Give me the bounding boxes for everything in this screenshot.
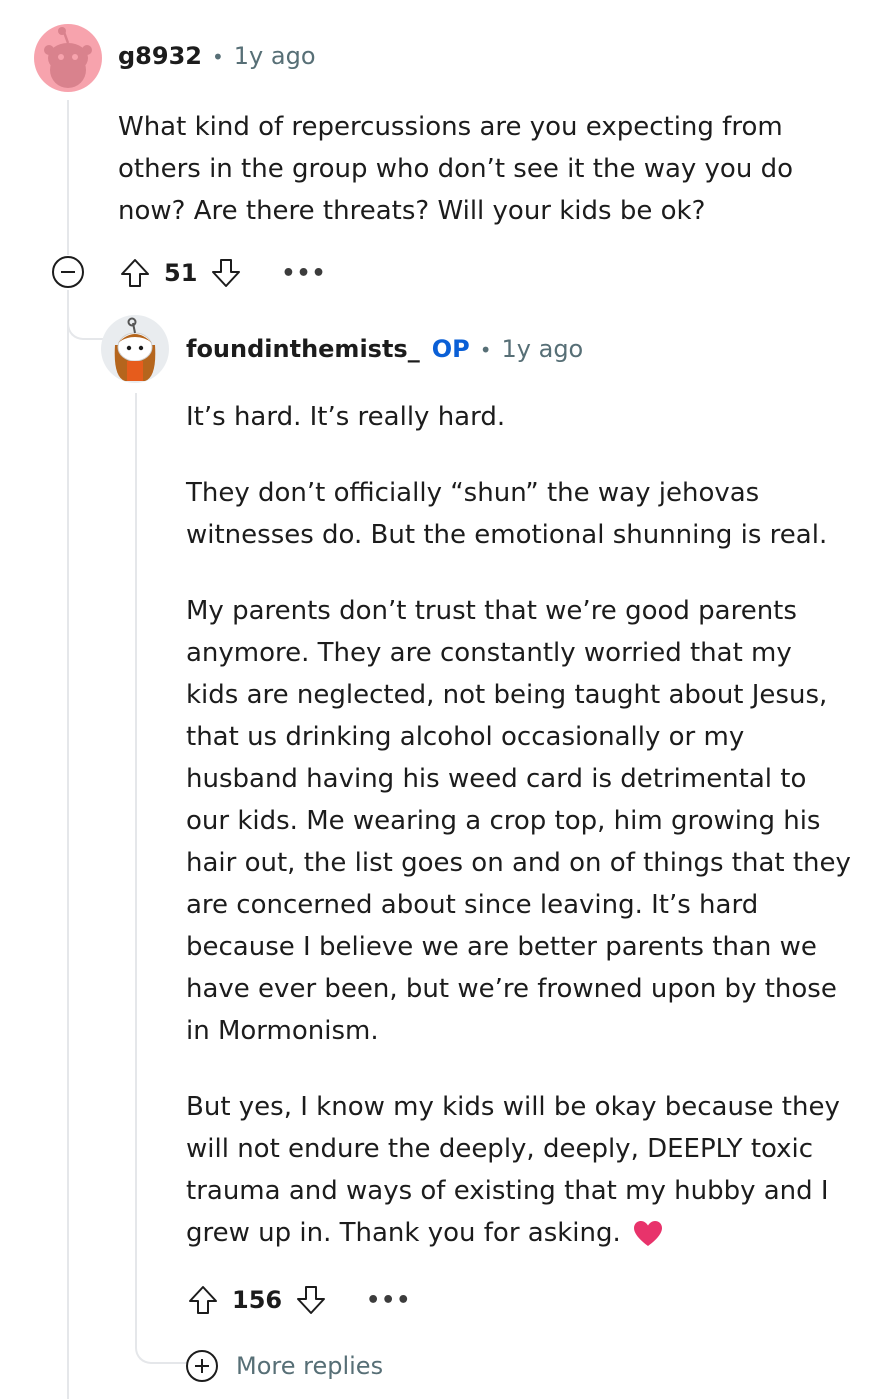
reply-author[interactable]: foundinthemists_ [186,335,420,363]
separator-dot: • [211,45,224,69]
avatar[interactable] [101,315,169,383]
reply-paragraph: My parents don’t trust that we’re good p… [186,596,851,1046]
more-options-button[interactable]: ••• [366,1288,411,1313]
upvote-icon[interactable] [118,256,152,290]
snoo-avatar-icon [44,27,92,88]
minus-icon [61,271,75,273]
reply-body: It’s hard. It’s really hard. They don’t … [186,396,851,1288]
upvote-icon[interactable] [186,1283,220,1317]
reply-time: 1y ago [501,335,584,363]
op-badge: OP [431,335,470,363]
snoo-avatar-icon [114,317,156,381]
comment-author[interactable]: g8932 [118,42,202,70]
vote-score: 51 [164,259,198,287]
reply-paragraph: They don’t officially “shun” the way jeh… [186,478,828,550]
thread-connector [67,300,103,340]
comment-meta: g8932 • 1y ago [118,42,316,70]
vote-score: 156 [232,1286,283,1314]
collapse-thread-button[interactable] [52,256,84,288]
reply-paragraph-last: But yes, I know my kids will be okay bec… [186,1086,851,1254]
downvote-icon[interactable] [209,256,243,290]
plus-circle-icon [186,1350,218,1382]
reply-paragraph: It’s hard. It’s really hard. [186,402,506,432]
comment-actions: 51 ••• [118,255,327,291]
comment-body: What kind of repercussions are you expec… [118,112,793,226]
thread-line [67,100,69,255]
thread-connector [135,1340,187,1364]
reply-paragraph: But yes, I know my kids will be okay bec… [186,1092,840,1248]
reply-meta: foundinthemists_ OP • 1y ago [186,335,583,363]
heart-emoji-icon [633,1220,662,1246]
avatar[interactable] [34,24,102,92]
downvote-icon[interactable] [294,1283,328,1317]
reply-actions: 156 ••• [186,1282,411,1318]
more-options-button[interactable]: ••• [281,261,326,286]
thread-line [67,290,69,1399]
thread-line[interactable] [135,393,137,1348]
more-replies-label: More replies [236,1352,384,1380]
comment-time: 1y ago [233,42,316,70]
separator-dot: • [479,338,492,362]
more-replies-button[interactable]: More replies [186,1350,383,1382]
